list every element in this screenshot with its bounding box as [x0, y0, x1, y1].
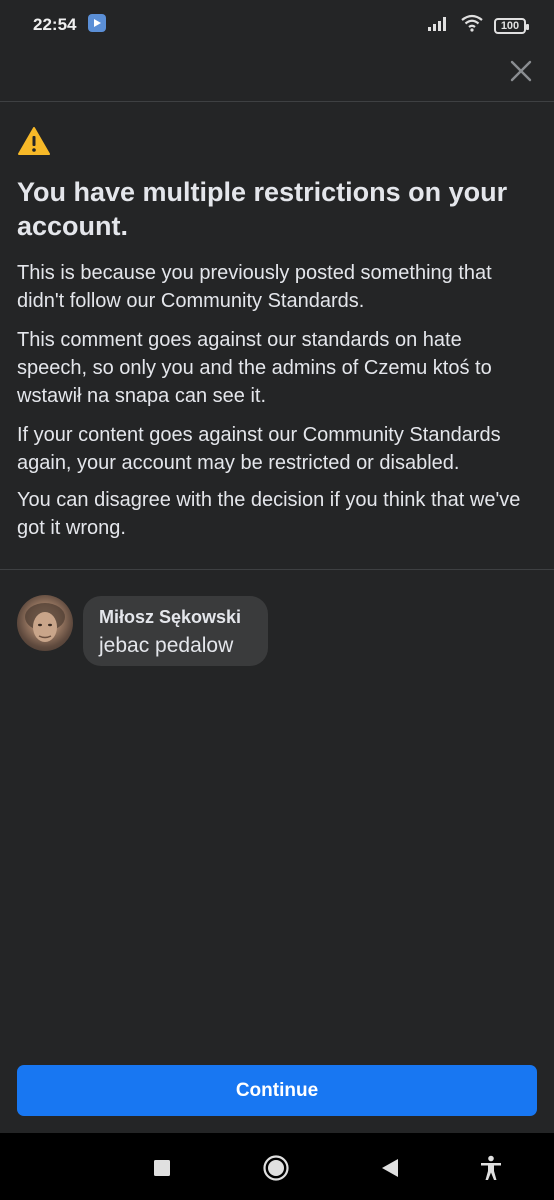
navigation-bar [0, 1133, 554, 1200]
accessibility-button[interactable] [476, 1153, 506, 1183]
warning-icon [17, 126, 51, 161]
status-time: 22:54 [33, 15, 77, 34]
recents-button[interactable] [147, 1153, 177, 1183]
back-icon [382, 1159, 398, 1177]
dialog-title: You have multiple restrictions on your a… [17, 177, 508, 241]
wifi-icon [460, 14, 484, 37]
section-divider [0, 569, 554, 570]
media-notification-icon [88, 14, 106, 32]
close-button[interactable] [506, 56, 536, 86]
home-icon [263, 1155, 289, 1181]
avatar [17, 595, 73, 651]
close-icon [510, 60, 532, 82]
comment-text: jebac pedalow [99, 634, 234, 657]
recents-icon [154, 1160, 170, 1176]
signal-icon [428, 15, 450, 36]
accessibility-icon [481, 1155, 501, 1180]
battery-icon: 100 [494, 17, 529, 34]
comment-bubble: Miłosz Sękowski jebac pedalow [83, 596, 268, 666]
hate-speech-explanation-text: This comment goes against our standards … [17, 329, 492, 407]
disagree-info-text: You can disagree with the decision if yo… [17, 489, 521, 539]
home-button[interactable] [261, 1153, 291, 1183]
comment-author[interactable]: Miłosz Sękowski [99, 606, 252, 628]
status-bar: 22:54 100 [0, 0, 554, 52]
back-button[interactable] [375, 1153, 405, 1183]
top-divider [0, 101, 554, 102]
status-icons: 100 [428, 14, 529, 37]
warning-text: If your content goes against our Communi… [17, 424, 501, 474]
continue-button[interactable]: Continue [17, 1065, 537, 1116]
restriction-reason-text: This is because you previously posted so… [17, 262, 492, 312]
